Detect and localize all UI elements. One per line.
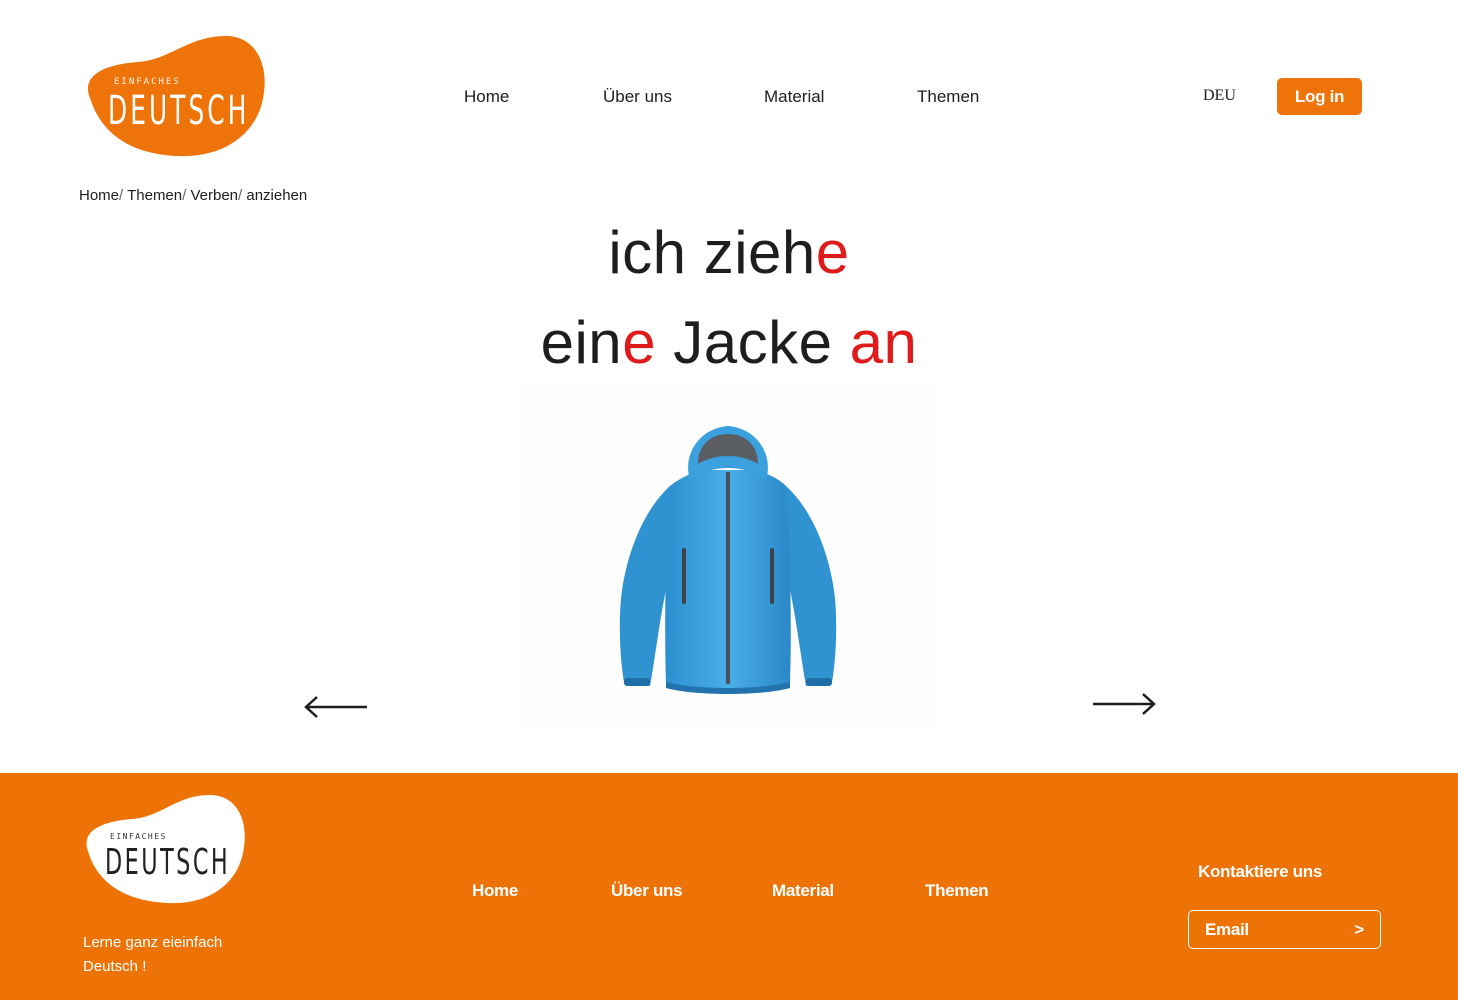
- nav-ueber-uns[interactable]: Über uns: [603, 87, 672, 107]
- breadcrumb: Home/ Themen/ Verben/ anziehen: [79, 187, 307, 204]
- site-logo[interactable]: EINFACHES DEUTSCH: [78, 34, 266, 158]
- footer-nav-home[interactable]: Home: [472, 881, 518, 901]
- sentence-line-2: eine Jacke an: [0, 308, 1458, 377]
- line2-article-ending: e: [622, 309, 657, 376]
- line2-article-stem: ein: [540, 309, 623, 376]
- language-selector[interactable]: DEU: [1203, 87, 1236, 105]
- breadcrumb-home[interactable]: Home: [79, 187, 119, 204]
- footer-tagline: Lerne ganz eieinfach Deutsch !: [83, 934, 223, 975]
- site-header: EINFACHES DEUTSCH Home Über uns Material…: [0, 0, 1458, 170]
- footer-nav-themen[interactable]: Themen: [925, 881, 989, 901]
- logo-small-text: EINFACHES: [114, 77, 181, 87]
- breadcrumb-themen[interactable]: Themen: [127, 187, 182, 204]
- breadcrumb-current: anziehen: [246, 187, 308, 204]
- line2-noun: Jacke: [656, 309, 850, 376]
- email-field[interactable]: Email >: [1188, 910, 1381, 949]
- email-placeholder: Email: [1205, 920, 1249, 939]
- blue-jacket-image: [619, 426, 837, 694]
- line1-stem: ich zieh: [608, 219, 816, 286]
- site-footer: EINFACHES DEUTSCH Lerne ganz eieinfach D…: [0, 773, 1458, 1000]
- nav-home[interactable]: Home: [464, 87, 509, 107]
- contact-title: Kontaktiere uns: [1198, 862, 1322, 881]
- footer-logo-small-text: EINFACHES: [110, 832, 167, 841]
- footer-logo-big-text: DEUTSCH: [105, 842, 231, 883]
- sentence-line-1: ich ziehe: [0, 218, 1458, 287]
- logo-big-text: DEUTSCH: [108, 88, 250, 134]
- line2-particle: an: [849, 309, 918, 376]
- footer-nav-material[interactable]: Material: [772, 881, 834, 901]
- footer-logo[interactable]: EINFACHES DEUTSCH: [78, 793, 246, 905]
- login-button[interactable]: Log in: [1277, 78, 1362, 115]
- nav-themen[interactable]: Themen: [917, 87, 979, 107]
- footer-nav-ueber-uns[interactable]: Über uns: [611, 881, 683, 901]
- arrow-left-icon[interactable]: [303, 694, 369, 720]
- nav-material[interactable]: Material: [764, 87, 824, 107]
- breadcrumb-verben[interactable]: Verben: [190, 187, 238, 204]
- arrow-right-icon[interactable]: [1091, 691, 1157, 717]
- breadcrumb-separator: /: [119, 187, 128, 204]
- email-submit-button[interactable]: >: [1354, 920, 1364, 940]
- line1-ending: e: [815, 219, 850, 286]
